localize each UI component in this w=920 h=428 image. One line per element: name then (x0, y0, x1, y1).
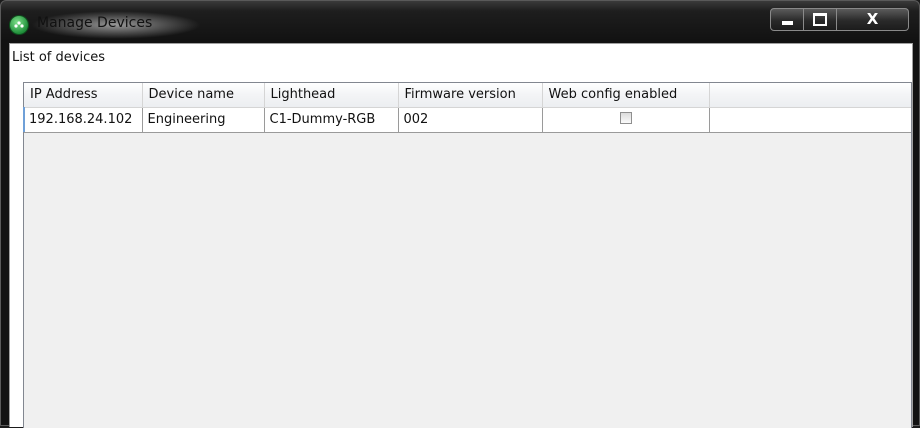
table-header-row: IP Address Device name Lighthead Firmwar… (24, 83, 911, 108)
maximize-button[interactable] (804, 8, 837, 31)
window-title: Manage Devices (37, 15, 153, 31)
cell-filler (709, 107, 911, 133)
web-config-enabled-checkbox[interactable] (619, 112, 632, 124)
cell-ip-address[interactable]: 192.168.24.102 (24, 107, 143, 133)
cell-lighthead[interactable]: C1-Dummy-RGB (264, 107, 399, 133)
maximize-icon (813, 13, 827, 26)
close-icon: X (866, 10, 879, 28)
close-button[interactable]: X (837, 8, 909, 31)
minimize-icon (781, 21, 793, 25)
cell-device-name[interactable]: Engineering (142, 107, 265, 133)
table-row[interactable]: 192.168.24.102 Engineering C1-Dummy-RGB … (24, 107, 911, 133)
column-header-device-name[interactable]: Device name (142, 83, 265, 108)
manage-devices-window: Manage Devices X List of devices IP Addr… (0, 0, 920, 428)
minimize-button[interactable] (770, 8, 804, 31)
column-header-filler (709, 83, 911, 108)
app-logo-icon[interactable] (10, 16, 28, 34)
title-bar[interactable]: Manage Devices X (1, 1, 919, 45)
column-header-lighthead[interactable]: Lighthead (264, 83, 399, 108)
column-header-web-config-enabled[interactable]: Web config enabled (542, 83, 710, 108)
column-header-ip-address[interactable]: IP Address (24, 83, 143, 108)
cell-firmware-version[interactable]: 002 (398, 107, 543, 133)
row-selection-marker (23, 107, 25, 132)
devices-table: IP Address Device name Lighthead Firmwar… (24, 83, 911, 133)
client-area: List of devices IP Address Device name L (9, 43, 913, 428)
devices-grid[interactable]: IP Address Device name Lighthead Firmwar… (23, 82, 912, 428)
window-controls: X (770, 8, 909, 31)
list-of-devices-label: List of devices (12, 50, 105, 65)
cell-web-config-enabled[interactable] (542, 107, 710, 133)
column-header-firmware-version[interactable]: Firmware version (398, 83, 543, 108)
